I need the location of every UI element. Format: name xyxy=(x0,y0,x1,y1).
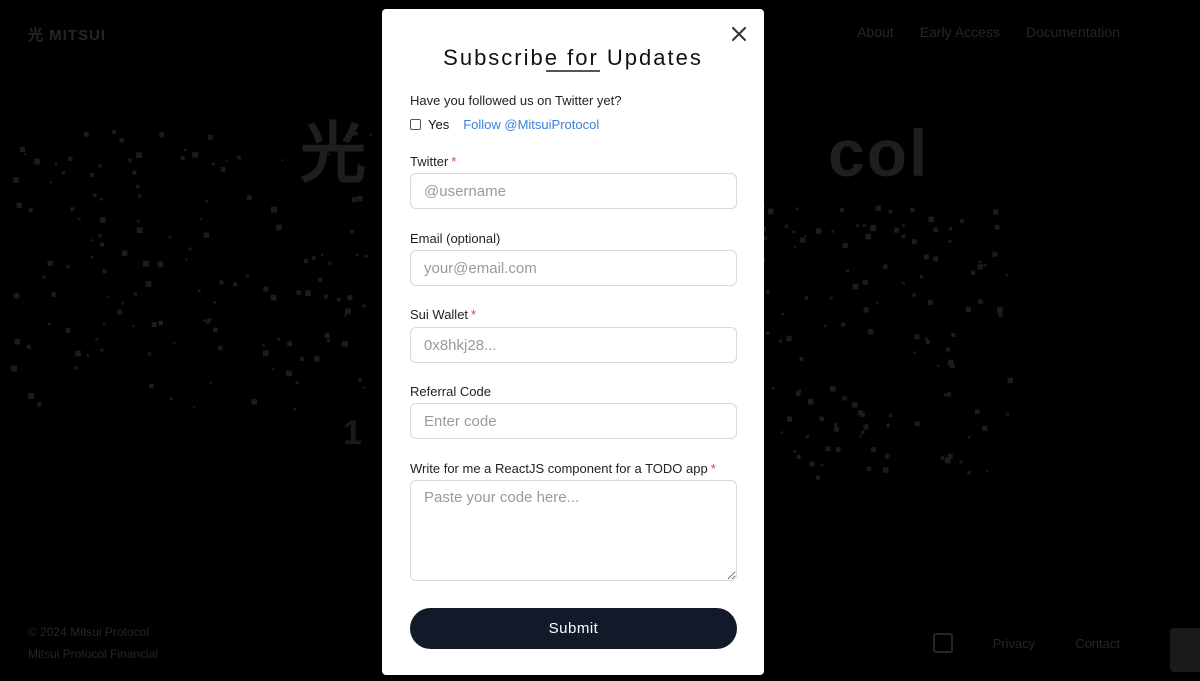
yes-checkbox[interactable] xyxy=(410,119,421,130)
twitter-input[interactable] xyxy=(410,173,737,209)
footer-privacy-link[interactable]: Privacy xyxy=(993,636,1036,651)
nav-about[interactable]: About xyxy=(857,24,894,40)
footer-line-2: Mitsui Protocol Financial xyxy=(28,647,159,661)
site-logo: 光 MITSUI xyxy=(28,27,106,44)
code-label-text: Write for me a ReactJS component for a T… xyxy=(410,461,708,476)
close-icon xyxy=(732,27,746,41)
nav-early-access[interactable]: Early Access xyxy=(920,24,1000,40)
footer-line-1: © 2024 Mitsui Protocol xyxy=(28,625,149,639)
twitter-question: Have you followed us on Twitter yet? xyxy=(410,93,622,108)
step-number: 1 xyxy=(343,414,362,452)
yes-label: Yes xyxy=(428,117,450,132)
follow-row: Yes Follow @MitsuiProtocol xyxy=(410,117,599,132)
required-mark: * xyxy=(471,307,477,322)
referral-input[interactable] xyxy=(410,403,737,439)
wallet-label-text: Sui Wallet xyxy=(410,307,469,322)
submit-button[interactable]: Submit xyxy=(410,608,737,649)
wallet-label: Sui Wallet * xyxy=(410,307,476,322)
email-label: Email (optional) xyxy=(410,231,500,246)
title-underline xyxy=(546,70,600,72)
nav-documentation[interactable]: Documentation xyxy=(1026,24,1120,40)
twitter-footer-icon[interactable] xyxy=(932,633,953,653)
email-input[interactable] xyxy=(410,250,737,286)
referral-label-text: Referral Code xyxy=(410,384,491,399)
wallet-input[interactable] xyxy=(410,327,737,363)
top-nav: About Early Access Documentation xyxy=(857,24,1120,40)
recaptcha-badge[interactable] xyxy=(1170,628,1200,672)
footer-copyright: © 2024 Mitsui Protocol Mitsui Protocol F… xyxy=(28,621,158,665)
required-mark: * xyxy=(710,461,716,476)
subscribe-modal: Subscribe for Updates Have you followed … xyxy=(382,9,764,675)
hero-right: col xyxy=(828,116,930,190)
required-mark: * xyxy=(451,154,457,169)
hero-left: 光 xyxy=(300,116,368,190)
follow-twitter-link[interactable]: Follow @MitsuiProtocol xyxy=(463,117,599,132)
footer-contact-link[interactable]: Contact xyxy=(1075,636,1120,651)
referral-label: Referral Code xyxy=(410,384,491,399)
footer-links: Privacy Contact xyxy=(932,633,1120,653)
email-label-text: Email (optional) xyxy=(410,231,501,246)
code-textarea[interactable] xyxy=(410,480,737,581)
twitter-label-text: Twitter xyxy=(410,154,449,169)
close-button[interactable] xyxy=(728,23,750,45)
code-label: Write for me a ReactJS component for a T… xyxy=(410,461,716,476)
modal-title: Subscribe for Updates xyxy=(443,45,703,70)
twitter-label: Twitter * xyxy=(410,154,456,169)
